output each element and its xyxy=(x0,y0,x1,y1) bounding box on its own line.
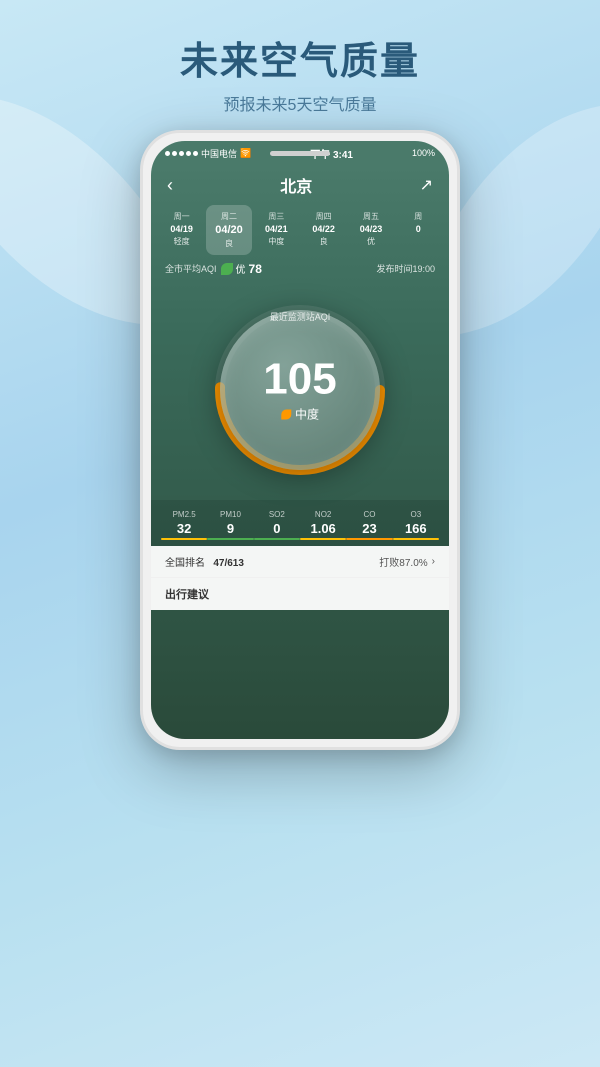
tab-monday[interactable]: 周一 04/19 轻度 xyxy=(159,205,204,255)
aqi-info-row: 全市平均AQI 优 78 发布时间19:00 xyxy=(151,255,449,282)
aqi-quality: 优 xyxy=(236,261,246,276)
day-tabs: 周一 04/19 轻度 周二 04/20 良 周三 04/21 中度 xyxy=(151,205,449,255)
weekday-label: 周三 xyxy=(256,211,297,222)
signal-dot-3 xyxy=(179,151,184,156)
weekday-label: 周 xyxy=(398,211,439,222)
date-label: 04/20 xyxy=(208,224,249,236)
signal-dot-2 xyxy=(172,151,177,156)
ranking-right: 打败87.0% › xyxy=(379,554,435,569)
main-title: 未来空气质量 xyxy=(0,30,600,85)
weekday-label: 周二 xyxy=(208,211,249,222)
pollutant-value: 0 xyxy=(254,521,300,536)
ranking-arrow: › xyxy=(432,556,435,567)
ranking-label: 全国排名 xyxy=(165,558,205,569)
phone-outer: 中国电信 🛜 下午 3:41 100% ‹ 北京 ↗ xyxy=(140,130,460,750)
phone-button-top xyxy=(270,151,330,156)
aqi-value: 78 xyxy=(249,262,262,276)
pollutant-bar xyxy=(254,538,300,540)
battery-label: 100% xyxy=(412,148,435,158)
aqi-avg-label: 全市平均AQI xyxy=(165,262,217,275)
signal-dot-1 xyxy=(165,151,170,156)
carrier-label: 中国电信 xyxy=(201,147,237,160)
beat-label: 打败87.0% xyxy=(379,554,427,569)
date-label: 04/21 xyxy=(256,224,297,234)
travel-title: 出行建议 xyxy=(165,586,435,602)
app-content: ‹ 北京 ↗ 周一 04/19 轻度 周二 04/20 良 xyxy=(151,165,449,739)
gauge-quality-label: 中度 xyxy=(295,406,319,423)
back-button[interactable]: ‹ xyxy=(167,175,173,196)
title-section: 未来空气质量 预报未来5天空气质量 xyxy=(0,30,600,115)
pollutant-name: SO2 xyxy=(254,510,300,519)
pollutant-bar xyxy=(161,538,207,540)
gauge-section: 最近监测站AQI 105 中度 xyxy=(151,282,449,494)
phone-inner: 中国电信 🛜 下午 3:41 100% ‹ 北京 ↗ xyxy=(151,141,449,739)
ranking-value: 47/613 xyxy=(213,558,244,569)
travel-row: 出行建议 xyxy=(151,577,449,610)
ranking-row[interactable]: 全国排名 47/613 打败87.0% › xyxy=(151,546,449,577)
date-label: 04/23 xyxy=(350,224,391,234)
pollutant-bar xyxy=(207,538,253,540)
pollutant-bar xyxy=(346,538,392,540)
pollutant-name: CO xyxy=(346,510,392,519)
tab-tuesday[interactable]: 周二 04/20 良 xyxy=(206,205,251,255)
weekday-label: 周四 xyxy=(303,211,344,222)
gauge-leaf-icon xyxy=(281,409,291,419)
quality-label: 轻度 xyxy=(161,236,202,247)
aqi-left: 全市平均AQI 优 78 xyxy=(165,261,262,276)
pollutant-value: 166 xyxy=(393,521,439,536)
status-right: 100% xyxy=(412,148,435,158)
tab-thursday[interactable]: 周四 04/22 良 xyxy=(301,205,346,255)
leaf-icon xyxy=(221,263,233,275)
tab-wednesday[interactable]: 周三 04/21 中度 xyxy=(254,205,299,255)
nav-bar: ‹ 北京 ↗ xyxy=(151,165,449,205)
gauge-quality: 中度 xyxy=(263,406,336,423)
wifi-icon: 🛜 xyxy=(240,148,251,159)
share-button[interactable]: ↗ xyxy=(420,175,433,195)
pollutant-bar xyxy=(393,538,439,540)
pollutant-no2: NO2 1.06 xyxy=(300,510,346,540)
publish-time: 发布时间19:00 xyxy=(376,262,435,275)
quality-label: 良 xyxy=(208,238,249,249)
quality-label: 良 xyxy=(303,236,344,247)
weekday-label: 周五 xyxy=(350,211,391,222)
date-label: 04/22 xyxy=(303,224,344,234)
signal-dots xyxy=(165,151,198,156)
pollutant-pm10: PM10 9 xyxy=(207,510,253,540)
signal-dot-5 xyxy=(193,151,198,156)
pollutants-row: PM2.5 32 PM10 9 SO2 0 N xyxy=(151,500,449,546)
ranking-left: 全国排名 47/613 xyxy=(165,554,244,569)
pollutant-so2: SO2 0 xyxy=(254,510,300,540)
tab-friday[interactable]: 周五 04/23 优 xyxy=(348,205,393,255)
date-label: 0 xyxy=(398,224,439,234)
pollutant-name: NO2 xyxy=(300,510,346,519)
pollutant-value: 23 xyxy=(346,521,392,536)
pollutant-name: PM2.5 xyxy=(161,510,207,519)
gauge-label: 最近监测站AQI xyxy=(270,310,331,323)
city-title: 北京 xyxy=(280,173,312,197)
pollutant-co: CO 23 xyxy=(346,510,392,540)
pollutant-value: 32 xyxy=(161,521,207,536)
date-label: 04/19 xyxy=(161,224,202,234)
gauge-container: 最近监测站AQI 105 中度 xyxy=(200,290,400,490)
pollutant-name: O3 xyxy=(393,510,439,519)
gauge-value-group: 105 中度 xyxy=(263,358,336,423)
signal-dot-4 xyxy=(186,151,191,156)
pollutant-name: PM10 xyxy=(207,510,253,519)
pollutant-o3: O3 166 xyxy=(393,510,439,540)
pollutant-value: 9 xyxy=(207,521,253,536)
aqi-badge: 优 78 xyxy=(221,261,262,276)
status-left: 中国电信 🛜 xyxy=(165,147,251,160)
phone-mockup: 中国电信 🛜 下午 3:41 100% ‹ 北京 ↗ xyxy=(140,130,460,750)
quality-label: 优 xyxy=(350,236,391,247)
quality-label: 中度 xyxy=(256,236,297,247)
sub-title: 预报未来5天空气质量 xyxy=(0,91,600,115)
pollutant-pm25: PM2.5 32 xyxy=(161,510,207,540)
pollutant-bar xyxy=(300,538,346,540)
weekday-label: 周一 xyxy=(161,211,202,222)
gauge-number: 105 xyxy=(263,358,336,402)
pollutant-value: 1.06 xyxy=(300,521,346,536)
tab-extra[interactable]: 周 0 xyxy=(396,205,441,255)
